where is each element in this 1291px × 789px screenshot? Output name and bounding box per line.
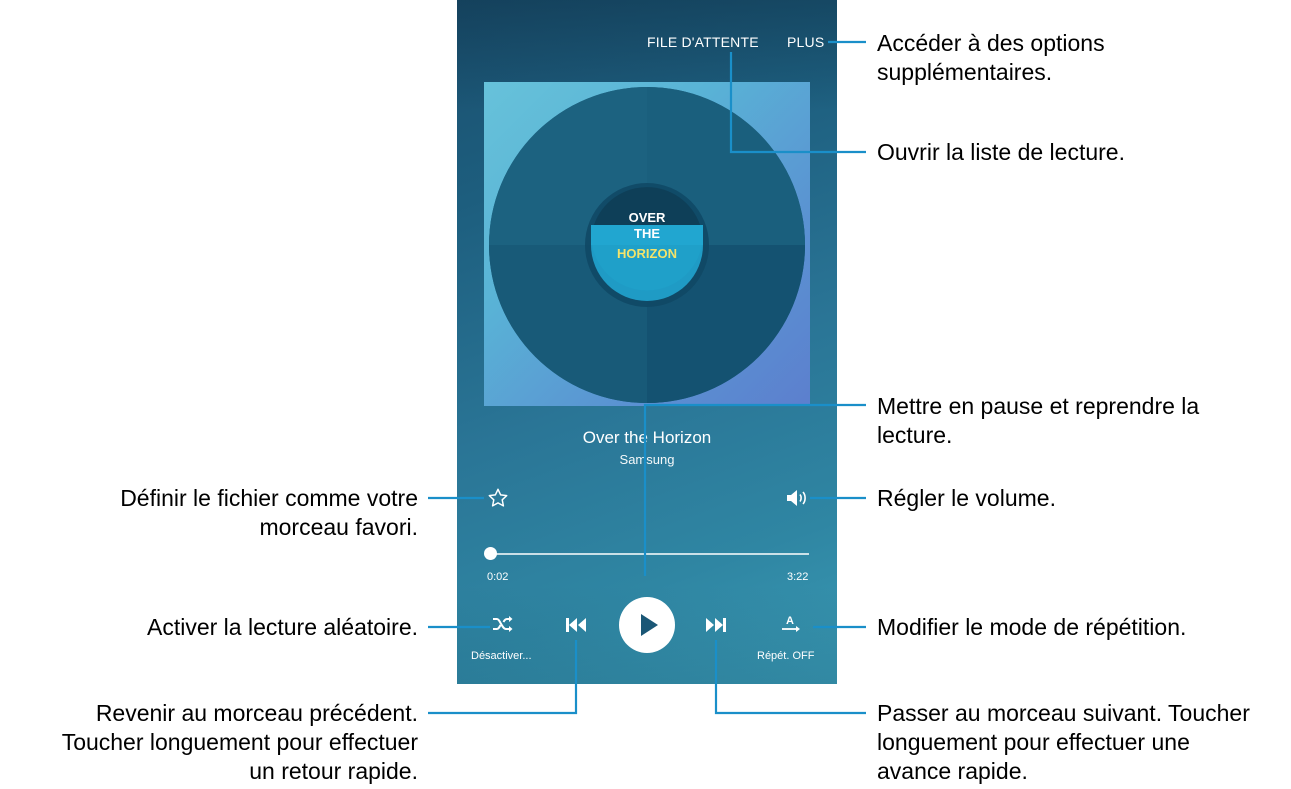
volume-button[interactable] (785, 488, 809, 513)
play-icon (641, 614, 658, 636)
next-button[interactable] (705, 617, 727, 638)
next-track-icon (706, 618, 726, 632)
callout-line: lecture. (877, 422, 953, 448)
queue-button[interactable]: FILE D'ATTENTE (647, 34, 759, 50)
callout-line: Régler le volume. (877, 485, 1056, 511)
callout-repeat: Modifier le mode de répétition. (877, 613, 1186, 642)
callout-next: Passer au morceau suivant. Toucher longu… (877, 699, 1250, 786)
repeat-button[interactable]: A (779, 612, 803, 639)
callout-shuffle: Activer la lecture aléatoire. (40, 613, 418, 642)
callout-line: Activer la lecture aléatoire. (146, 614, 418, 640)
callout-line: avance rapide. (877, 758, 1028, 784)
shuffle-button[interactable] (491, 614, 515, 639)
album-text-line3: HORIZON (617, 246, 677, 261)
callout-line: morceau favori. (259, 514, 418, 540)
volume-icon (787, 490, 806, 506)
previous-button[interactable] (565, 617, 587, 638)
album-text-line2: THE (634, 226, 660, 241)
callout-previous: Revenir au morceau précédent. Toucher lo… (20, 699, 418, 786)
callout-line: Modifier le mode de répétition. (877, 614, 1187, 640)
progress-thumb[interactable] (484, 547, 497, 560)
elapsed-time: 0:02 (487, 571, 509, 583)
more-button[interactable]: PLUS (787, 34, 824, 50)
repeat-icon: A (782, 615, 800, 632)
callout-line: Toucher longuement pour effectuer (61, 729, 418, 755)
callout-favorite: Définir le fichier comme votre morceau f… (40, 484, 418, 542)
album-art: OVER THE HORIZON (484, 82, 810, 406)
track-artist: Samsung (619, 452, 675, 467)
callout-line: Ouvrir la liste de lecture. (877, 139, 1125, 165)
shuffle-icon (493, 616, 513, 632)
svg-text:A: A (786, 615, 794, 627)
previous-track-icon (566, 618, 586, 632)
callout-line: Mettre en pause et reprendre la (877, 393, 1200, 419)
track-title: Over the Horizon (582, 428, 712, 447)
callout-line: Passer au morceau suivant. Toucher (877, 700, 1250, 726)
callout-line: Revenir au morceau précédent. (95, 700, 418, 726)
total-time: 3:22 (787, 571, 809, 583)
favorite-button[interactable] (487, 487, 509, 514)
callout-volume: Régler le volume. (877, 484, 1056, 513)
play-pause-button[interactable] (619, 597, 675, 653)
shuffle-label: Désactiver... (471, 650, 532, 662)
callout-more-options: Accéder à des options supplémentaires. (877, 29, 1105, 87)
callout-line: Accéder à des options (877, 30, 1105, 56)
callout-line: Définir le fichier comme votre (120, 485, 418, 511)
callout-pause-resume: Mettre en pause et reprendre la lecture. (877, 392, 1199, 450)
star-icon (488, 488, 508, 507)
album-text-line1: OVER (629, 210, 666, 225)
callout-open-playlist: Ouvrir la liste de lecture. (877, 138, 1125, 167)
repeat-label: Répét. OFF (757, 650, 815, 662)
callout-line: longuement pour effectuer une (877, 729, 1190, 755)
music-player-screen: FILE D'ATTENTE PLUS OVER THE HORIZON Ove… (457, 0, 837, 684)
callout-line: un retour rapide. (249, 758, 418, 784)
progress-bar[interactable] (491, 553, 809, 555)
callout-line: supplémentaires. (877, 59, 1053, 85)
